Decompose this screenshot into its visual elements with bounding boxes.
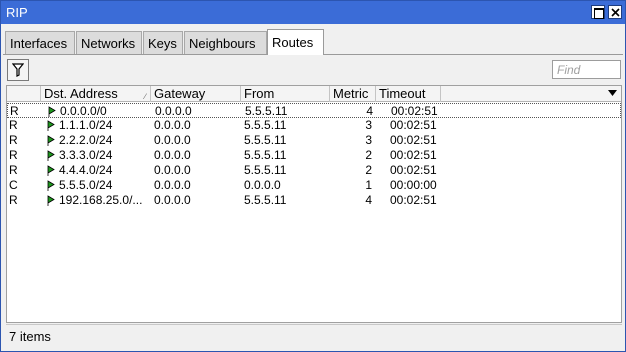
window-title: RIP [6,5,28,20]
status-bar: 7 items [6,324,622,347]
filter-icon [12,63,24,77]
metric-cell: 4 [365,193,372,207]
column-header-label: Dst. Address [44,86,118,101]
close-button[interactable] [608,5,622,19]
metric-cell: 2 [365,163,372,177]
route-active-icon [48,105,56,117]
tab-networks[interactable]: Networks [76,31,142,54]
route-flag: R [9,148,18,162]
dst-address-text: 4.4.4.0/24 [59,163,113,177]
timeout-cell: 00:02:51 [390,133,437,147]
dst-address-text: 5.5.5.0/24 [59,178,113,192]
timeout-cell: 00:02:51 [390,193,437,207]
column-header-gateway[interactable]: Gateway [151,86,241,102]
metric-cell: 3 [365,118,372,132]
table-row[interactable]: C 5.5.5.0/24 0.0.0.0 0.0.0.0 1 00:00:00 [7,178,621,193]
column-header-timeout[interactable]: Timeout [376,86,441,102]
metric-cell: 3 [365,133,372,147]
from-cell: 0.0.0.0 [244,178,281,192]
routes-table: Dst. Address ∕ Gateway From Metric Timeo… [6,85,622,323]
from-cell: 5.5.5.11 [244,163,287,177]
dst-address-text: 1.1.1.0/24 [59,118,113,132]
gateway-cell: 0.0.0.0 [154,163,191,177]
dst-address-text: 3.3.3.0/24 [59,148,113,162]
table-row[interactable]: R 2.2.2.0/24 0.0.0.0 5.5.5.11 3 00:02:51 [7,133,621,148]
column-menu-icon[interactable] [608,90,617,96]
route-active-icon [47,179,55,191]
tab-routes[interactable]: Routes [267,29,324,55]
tab-interfaces[interactable]: Interfaces [5,31,75,54]
table-row[interactable]: R 0.0.0.0/0 0.0.0.0 5.5.5.11 4 00:02:51 [7,103,621,118]
filter-button[interactable] [7,59,29,81]
tab-keys[interactable]: Keys [143,31,183,54]
table-row[interactable]: R 3.3.3.0/24 0.0.0.0 5.5.5.11 2 00:02:51 [7,148,621,163]
close-icon [611,8,620,17]
dst-address-text: 192.168.25.0/... [59,193,143,207]
route-flag: R [9,133,18,147]
tab-neighbours[interactable]: Neighbours [184,31,267,54]
dst-address-text: 0.0.0.0/0 [60,104,107,118]
timeout-cell: 00:02:51 [390,148,437,162]
from-cell: 5.5.5.11 [244,193,287,207]
gateway-cell: 0.0.0.0 [155,104,192,118]
column-header-flags[interactable] [7,86,41,102]
from-cell: 5.5.5.11 [244,118,287,132]
column-header-dst-address[interactable]: Dst. Address ∕ [41,86,151,102]
maximize-button[interactable] [591,5,605,19]
dst-address-cell: 5.5.5.0/24 [47,178,151,193]
metric-cell: 2 [365,148,372,162]
route-active-icon [47,164,55,176]
route-flag: R [9,163,18,177]
table-row[interactable]: R 1.1.1.0/24 0.0.0.0 5.5.5.11 3 00:02:51 [7,118,621,133]
route-active-icon [47,119,55,131]
dst-address-cell: 0.0.0.0/0 [48,104,152,119]
dst-address-text: 2.2.2.0/24 [59,133,113,147]
route-active-icon [47,149,55,161]
from-cell: 5.5.5.11 [244,133,287,147]
dst-address-cell: 1.1.1.0/24 [47,118,151,133]
table-header: Dst. Address ∕ Gateway From Metric Timeo… [7,86,621,102]
timeout-cell: 00:02:51 [390,163,437,177]
column-header-from[interactable]: From [241,86,330,102]
dst-address-cell: 2.2.2.0/24 [47,133,151,148]
gateway-cell: 0.0.0.0 [154,178,191,192]
item-count: 7 items [9,329,51,344]
gateway-cell: 0.0.0.0 [154,148,191,162]
from-cell: 5.5.5.11 [245,104,288,118]
route-active-icon [47,134,55,146]
sort-ascending-icon: ∕ [144,92,146,101]
route-flag: C [9,178,18,192]
title-bar[interactable]: RIP [1,1,625,24]
table-row[interactable]: R 4.4.4.0/24 0.0.0.0 5.5.5.11 2 00:02:51 [7,163,621,178]
column-header-filler [441,86,621,102]
timeout-cell: 00:02:51 [390,118,437,132]
table-row[interactable]: R 192.168.25.0/... 0.0.0.0 5.5.5.11 4 00:02:5… [7,193,621,208]
route-flag: R [9,118,18,132]
metric-cell: 1 [365,178,372,192]
route-flag: R [9,193,18,207]
dst-address-cell: 3.3.3.0/24 [47,148,151,163]
route-active-icon [47,194,55,206]
from-cell: 5.5.5.11 [244,148,287,162]
timeout-cell: 00:02:51 [391,104,438,118]
gateway-cell: 0.0.0.0 [154,133,191,147]
metric-cell: 4 [366,104,373,118]
column-header-metric[interactable]: Metric [330,86,376,102]
timeout-cell: 00:00:00 [390,178,437,192]
route-flag: R [10,104,19,118]
find-input[interactable] [552,60,621,79]
dst-address-cell: 4.4.4.0/24 [47,163,151,178]
rip-window: RIP Interfaces Networks Keys Neighbours … [0,0,626,352]
gateway-cell: 0.0.0.0 [154,193,191,207]
gateway-cell: 0.0.0.0 [154,118,191,132]
dst-address-cell: 192.168.25.0/... [47,193,151,208]
